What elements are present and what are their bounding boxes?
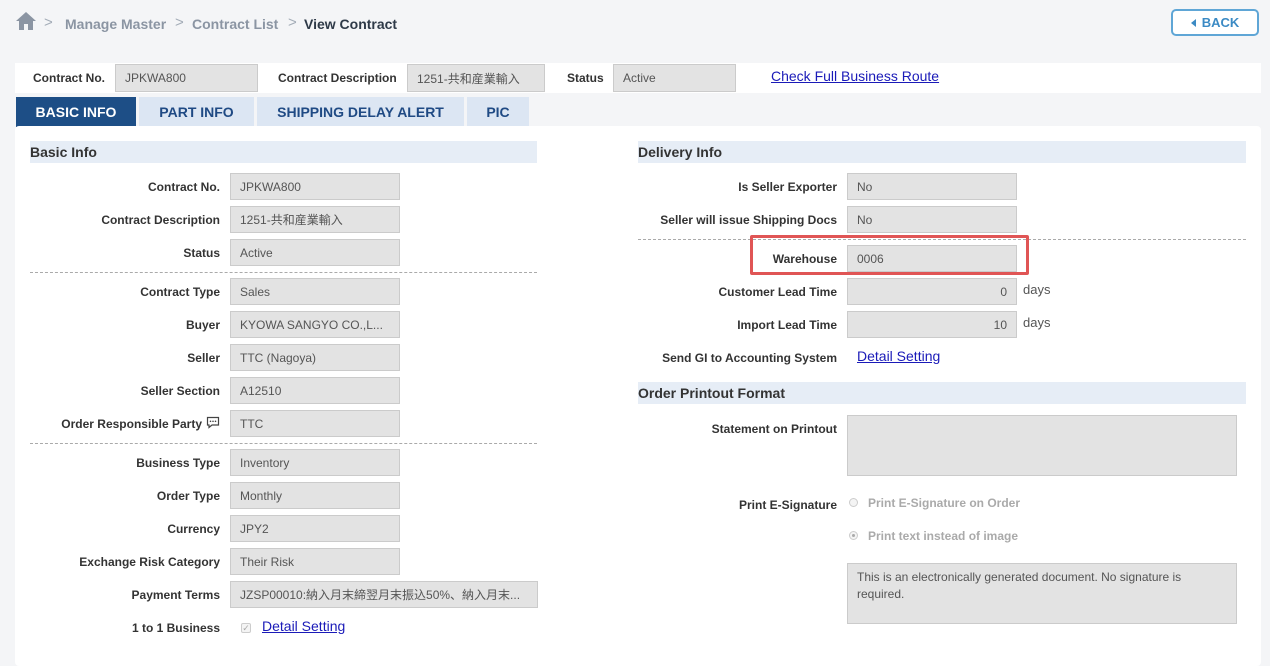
print-e-signature-radio (849, 498, 858, 507)
tab-basic-info[interactable]: BASIC INFO (16, 97, 136, 127)
back-arrow-icon (1190, 18, 1196, 27)
one-to-one-business-label: 1 to 1 Business (131, 621, 220, 635)
divider (30, 443, 537, 444)
one-to-one-detail-setting-link[interactable]: Detail Setting (262, 618, 345, 634)
send-gi-detail-setting-link[interactable]: Detail Setting (857, 348, 940, 364)
buyer-label: Buyer (185, 318, 220, 332)
order-printout-header: Order Printout Format (638, 382, 1246, 404)
seller-section-label: Seller Section (140, 384, 220, 398)
is-seller-exporter-label: Is Seller Exporter (738, 180, 837, 194)
order-responsible-party-field: TTC (230, 410, 400, 437)
import-lead-time-unit: days (1023, 315, 1051, 330)
contract-no-label: Contract No. (148, 180, 220, 194)
contract-type-label: Contract Type (140, 285, 220, 299)
customer-lead-time-label: Customer Lead Time (718, 285, 837, 299)
basic-info-header: Basic Info (30, 141, 537, 163)
back-button-label: BACK (1201, 15, 1240, 30)
seller-label: Seller (187, 351, 220, 365)
print-e-signature-option: Print E-Signature on Order (868, 496, 1021, 510)
import-lead-time-field: 10 (847, 311, 1017, 338)
customer-lead-time-field: 0 (847, 278, 1017, 305)
statement-on-printout-field (847, 415, 1237, 476)
tab-shipping-delay-alert[interactable]: SHIPPING DELAY ALERT (257, 97, 464, 127)
divider (30, 272, 537, 273)
seller-shipping-docs-field: No (847, 206, 1017, 233)
delivery-info-header: Delivery Info (638, 141, 1246, 163)
one-to-one-business-checkbox: ✓ (241, 623, 251, 633)
header-contract-desc-label: Contract Description (278, 71, 397, 85)
statement-on-printout-label: Statement on Printout (711, 422, 837, 436)
header-contract-no-label: Contract No. (33, 71, 105, 85)
print-text-radio (849, 531, 858, 540)
seller-field: TTC (Nagoya) (230, 344, 400, 371)
exchange-risk-category-field: Their Risk (230, 548, 400, 575)
tab-pic[interactable]: PIC (467, 97, 529, 127)
exchange-risk-category-label: Exchange Risk Category (79, 555, 220, 569)
home-icon[interactable] (15, 11, 37, 31)
print-text-option: Print text instead of image (868, 529, 1019, 543)
breadcrumb-current: View Contract (304, 16, 398, 32)
header-status-field: Active (613, 64, 736, 92)
payment-terms-label: Payment Terms (131, 588, 220, 602)
contract-no-field: JPKWA800 (230, 173, 400, 200)
payment-terms-field: JZSP00010:納入月末締翌月末振込50%、納入月末... (230, 581, 538, 608)
header-status-label: Status (567, 71, 604, 85)
contract-type-field: Sales (230, 278, 400, 305)
contract-desc-label: Contract Description (101, 213, 220, 227)
warehouse-highlight (750, 235, 1029, 275)
status-label: Status (183, 246, 220, 260)
e-signature-text-field: This is an electronically generated docu… (847, 563, 1237, 624)
breadcrumb-contract-list[interactable]: Contract List (192, 16, 278, 32)
currency-field: JPY2 (230, 515, 400, 542)
seller-section-field: A12510 (230, 377, 400, 404)
import-lead-time-label: Import Lead Time (737, 318, 837, 332)
send-gi-label: Send GI to Accounting System (662, 351, 837, 365)
header-contract-no-field: JPKWA800 (115, 64, 258, 92)
check-business-route-link[interactable]: Check Full Business Route (771, 68, 939, 84)
order-type-field: Monthly (230, 482, 400, 509)
status-field: Active (230, 239, 400, 266)
order-responsible-party-label: Order Responsible Party (61, 417, 202, 431)
back-button[interactable]: BACK (1171, 9, 1259, 36)
tab-part-info[interactable]: PART INFO (139, 97, 254, 127)
order-type-label: Order Type (156, 489, 220, 503)
print-e-signature-label: Print E-Signature (738, 498, 837, 512)
seller-shipping-docs-label: Seller will issue Shipping Docs (660, 213, 837, 227)
buyer-field: KYOWA SANGYO CO.,L... (230, 311, 400, 338)
business-type-field: Inventory (230, 449, 400, 476)
contract-desc-field: 1251-共和産業輸入 (230, 206, 400, 233)
header-contract-desc-field: 1251-共和産業輸入 (407, 64, 545, 92)
customer-lead-time-unit: days (1023, 282, 1051, 297)
comment-icon[interactable] (206, 416, 220, 429)
business-type-label: Business Type (136, 456, 220, 470)
breadcrumb-separator: > (288, 14, 297, 31)
breadcrumb-separator: > (44, 14, 53, 31)
is-seller-exporter-field: No (847, 173, 1017, 200)
breadcrumb-manage-master[interactable]: Manage Master (65, 16, 166, 32)
currency-label: Currency (167, 522, 220, 536)
breadcrumb-separator: > (175, 14, 184, 31)
